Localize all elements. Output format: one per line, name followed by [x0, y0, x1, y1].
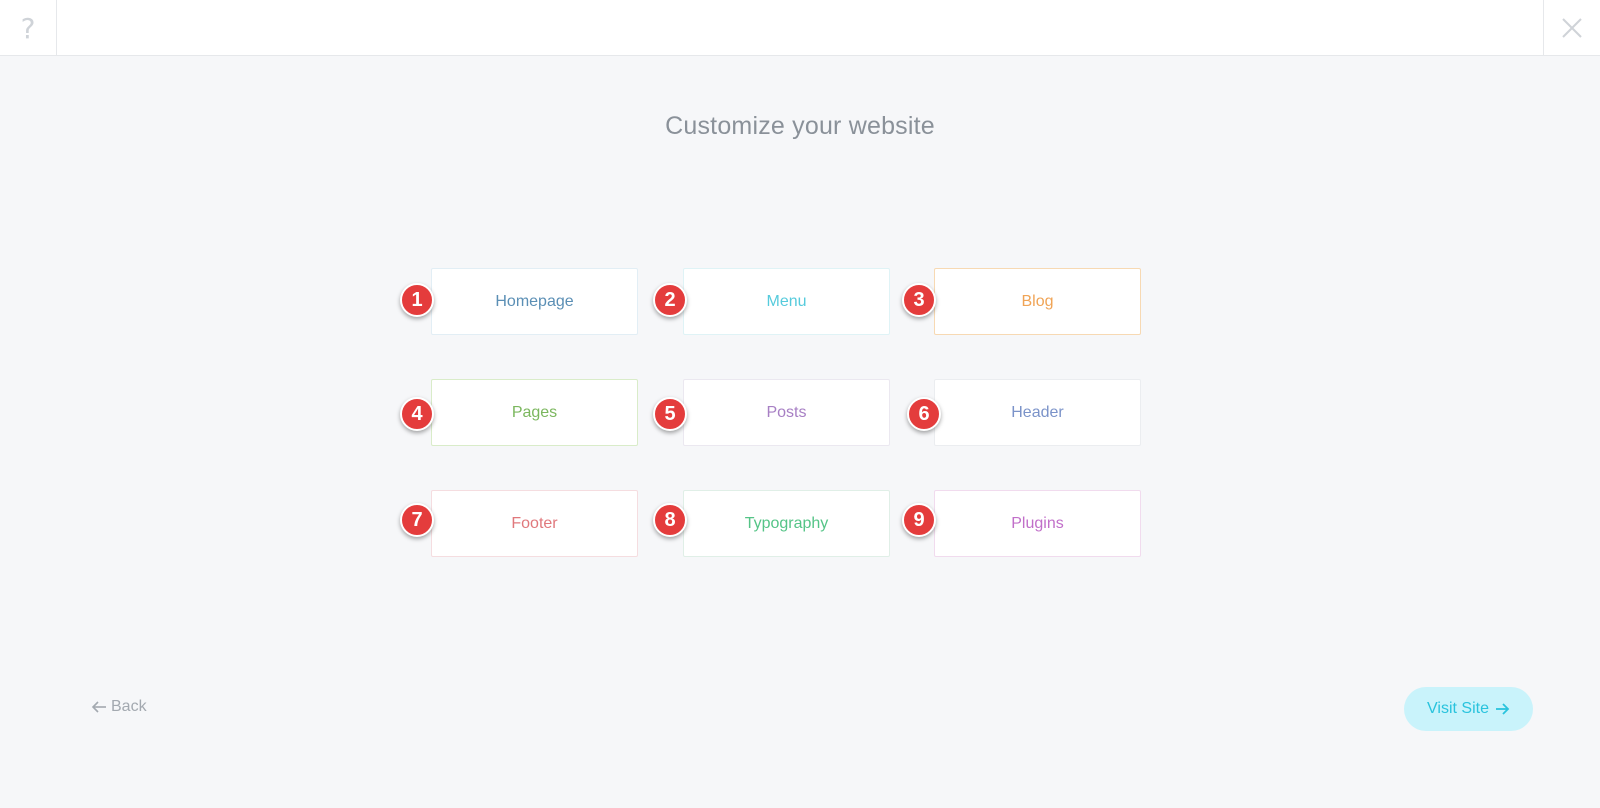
plugins-card[interactable]: Plugins	[934, 490, 1141, 557]
card-label: Plugins	[1011, 514, 1064, 532]
arrow-left-icon	[91, 701, 106, 713]
close-icon	[1562, 18, 1582, 38]
visit-site-button[interactable]: Visit Site	[1404, 687, 1533, 731]
pages-card[interactable]: Pages	[431, 379, 638, 446]
step-badge: 6	[907, 397, 941, 431]
card-label: Footer	[511, 514, 558, 532]
back-label: Back	[111, 698, 147, 715]
homepage-card[interactable]: Homepage	[431, 268, 638, 335]
step-badge: 2	[653, 283, 687, 317]
card-label: Homepage	[495, 292, 574, 310]
help-button[interactable]: ?	[0, 0, 57, 56]
close-button[interactable]	[1543, 0, 1600, 56]
card-label: Typography	[744, 514, 829, 532]
header-card[interactable]: Header	[934, 379, 1141, 446]
posts-card[interactable]: Posts	[683, 379, 890, 446]
menu-card[interactable]: Menu	[683, 268, 890, 335]
card-label: Blog	[1021, 292, 1054, 310]
card-label: Posts	[766, 403, 807, 421]
footer-card[interactable]: Footer	[431, 490, 638, 557]
step-badge: 8	[653, 503, 687, 537]
step-badge: 3	[902, 283, 936, 317]
step-badge: 1	[400, 283, 434, 317]
page-title: Customize your website	[665, 112, 935, 140]
back-link[interactable]: Back	[91, 698, 147, 716]
step-badge: 4	[400, 397, 434, 431]
card-label: Header	[1011, 403, 1064, 421]
visit-site-label: Visit Site	[1427, 700, 1489, 717]
step-badge: 9	[902, 503, 936, 537]
step-badge: 5	[653, 397, 687, 431]
blog-card[interactable]: Blog	[934, 268, 1141, 335]
top-bar: ?	[0, 0, 1600, 56]
typography-card[interactable]: Typography	[683, 490, 890, 557]
card-label: Menu	[766, 292, 807, 310]
help-icon: ?	[20, 11, 36, 45]
card-label: Pages	[511, 403, 558, 421]
arrow-right-icon	[1495, 703, 1510, 715]
step-badge: 7	[400, 503, 434, 537]
